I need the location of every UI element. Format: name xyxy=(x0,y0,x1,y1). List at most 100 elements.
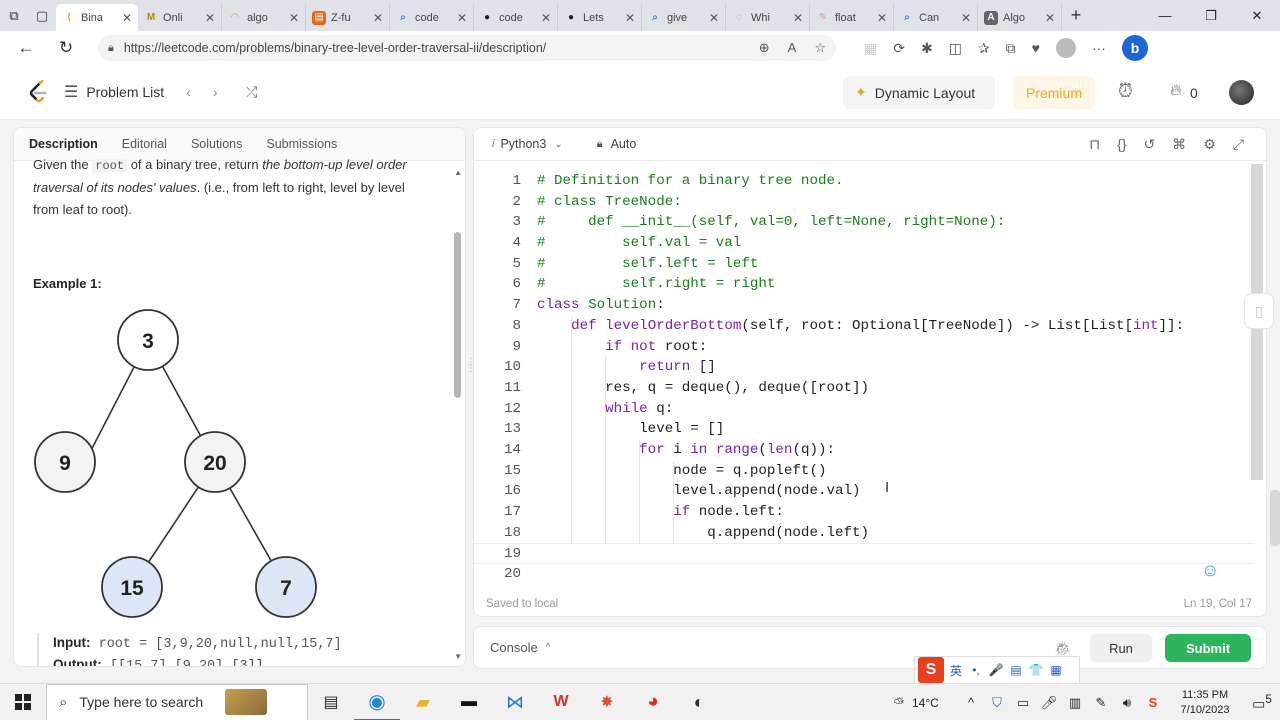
close-tab-icon[interactable]: ✕ xyxy=(961,11,971,25)
close-tab-icon[interactable]: ✕ xyxy=(289,11,299,25)
windows-start-icon[interactable] xyxy=(0,684,46,720)
back-icon[interactable]: ← xyxy=(6,31,46,65)
url-field[interactable]: 🔒︎ https://leetcode.com/problems/binary-… xyxy=(98,35,836,61)
volume-icon[interactable]: 🔊︎ xyxy=(1114,695,1140,711)
security-shield-icon[interactable]: ⛉ xyxy=(984,695,1010,711)
browser-tab-9[interactable]: ◌ Whi ✕ xyxy=(726,4,810,31)
weather-temp[interactable]: 14°C xyxy=(912,696,958,710)
sogou-tray-icon[interactable]: S xyxy=(1140,695,1166,710)
close-tab-icon[interactable]: ✕ xyxy=(1045,11,1055,25)
chevron-down-icon[interactable]: ⌄ xyxy=(554,139,562,150)
close-tab-icon[interactable]: ✕ xyxy=(205,11,215,25)
list-icon[interactable]: ☰ xyxy=(64,82,78,102)
network-icon[interactable]: ▥ xyxy=(1062,695,1088,711)
browser-tab-10[interactable]: ✎ float ✕ xyxy=(810,4,894,31)
problem-list-link[interactable]: Problem List xyxy=(86,84,164,100)
collections-icon[interactable]: ⧉ xyxy=(1006,40,1016,57)
bing-copilot-icon[interactable]: b xyxy=(1121,35,1148,61)
zoom-icon[interactable]: ⊕ xyxy=(759,40,770,56)
console-toggle[interactable]: Console xyxy=(490,640,538,655)
reset-code-icon[interactable]: ↺ xyxy=(1144,136,1156,153)
tab-actions-icon[interactable]: ▢ xyxy=(28,0,56,31)
close-window-icon[interactable]: ✕ xyxy=(1234,0,1280,31)
xmind-icon[interactable]: ✸ xyxy=(584,684,630,720)
extension-icon[interactable]: ▦ xyxy=(864,40,877,57)
system-clock[interactable]: 11:35 PM 7/10/2023 xyxy=(1166,688,1244,718)
terminal-icon[interactable]: ▬ xyxy=(446,684,492,720)
lock-icon[interactable]: 🔒︎ xyxy=(108,42,114,55)
close-tab-icon[interactable]: ✕ xyxy=(877,11,887,25)
microphone-icon[interactable]: 🎤︎ xyxy=(1036,695,1062,711)
chevron-up-icon[interactable]: ^ xyxy=(546,642,551,653)
tab-submissions[interactable]: Submissions xyxy=(266,137,337,151)
ime-microphone-icon[interactable]: 🎤 xyxy=(988,663,1004,677)
chrome-icon[interactable]: ◕ xyxy=(630,684,676,720)
browser-tab-11[interactable]: ⌕ Can ✕ xyxy=(894,4,978,31)
description-scrollbar[interactable] xyxy=(454,232,461,398)
performance-icon[interactable]: ♥ xyxy=(1032,40,1040,56)
browser-tab-5[interactable]: ⌕ code ✕ xyxy=(390,4,474,31)
language-select[interactable]: Python3 xyxy=(500,137,546,151)
run-button[interactable]: Run xyxy=(1090,634,1152,662)
shuffle-icon[interactable]: ⤮ xyxy=(246,84,258,101)
sogou-ime-icon[interactable]: S xyxy=(918,657,944,683)
favorite-star-icon[interactable]: ☆ xyxy=(814,40,826,56)
leetcode-logo-icon[interactable] xyxy=(26,80,50,104)
taskbar-search-box[interactable]: ⌕ Type here to search xyxy=(46,683,308,720)
prev-problem-icon[interactable]: ‹ xyxy=(186,84,191,100)
close-tab-icon[interactable]: ✕ xyxy=(793,11,803,25)
streak-flame-icon[interactable]: 🔥︎ xyxy=(1170,82,1182,100)
task-view-icon[interactable]: ▤ xyxy=(308,684,354,720)
browser-tab-3[interactable]: ◠ algo ✕ xyxy=(222,4,306,31)
refresh-icon[interactable]: ↻ xyxy=(46,31,86,65)
fullscreen-icon[interactable]: ⤢ xyxy=(1233,136,1244,153)
pen-icon[interactable]: ✎ xyxy=(1088,695,1114,711)
premium-button[interactable]: Premium xyxy=(1013,76,1095,109)
vscode-icon[interactable]: ⋈ xyxy=(492,684,538,720)
wps-office-icon[interactable]: W xyxy=(538,684,584,720)
submit-button[interactable]: Submit xyxy=(1165,634,1251,662)
settings-gear-icon[interactable]: ⚙︎ xyxy=(1203,136,1216,153)
tab-editorial[interactable]: Editorial xyxy=(122,137,167,151)
ime-keyboard-icon[interactable]: ▤ xyxy=(1008,663,1024,677)
read-aloud-icon[interactable]: A xyxy=(788,40,797,56)
profile-avatar[interactable] xyxy=(1055,38,1076,58)
notification-center-icon[interactable]: ▭5 xyxy=(1244,693,1280,713)
favorites-icon[interactable]: ✰ xyxy=(978,40,990,57)
file-explorer-icon[interactable]: ▰ xyxy=(400,684,446,720)
browser-tab-6[interactable]: ● code ✕ xyxy=(474,4,558,31)
browser-tab-8[interactable]: ⌕ give ✕ xyxy=(642,4,726,31)
browser-tab-4[interactable]: ▤ Z-fu ✕ xyxy=(306,4,390,31)
format-braces-icon[interactable]: {} xyxy=(1117,136,1126,153)
side-note-icon[interactable]: ▯ xyxy=(1244,293,1274,329)
close-tab-icon[interactable]: ✕ xyxy=(122,11,132,25)
close-tab-icon[interactable]: ✕ xyxy=(541,11,551,25)
extension-icon-2[interactable]: ⟳ xyxy=(893,40,905,57)
extensions-puzzle-icon[interactable]: ✱ xyxy=(921,40,933,57)
tab-solutions[interactable]: Solutions xyxy=(191,137,242,151)
ime-punctuation-icon[interactable]: •, xyxy=(968,663,984,677)
close-tab-icon[interactable]: ✕ xyxy=(373,11,383,25)
tray-chevron-up-icon[interactable]: ^ xyxy=(958,695,984,710)
close-tab-icon[interactable]: ✕ xyxy=(625,11,635,25)
browser-tab-1[interactable]: ⟨ Bina ✕ xyxy=(56,4,138,31)
more-menu-icon[interactable]: ··· xyxy=(1092,40,1106,56)
alarm-clock-icon[interactable]: ⏰︎ xyxy=(1118,81,1133,103)
browser-tab-12[interactable]: A Algo ✕ xyxy=(978,4,1062,31)
page-scrollbar[interactable] xyxy=(1270,490,1280,546)
new-tab-icon[interactable]: + xyxy=(1062,5,1090,26)
autocomplete-mode[interactable]: Auto xyxy=(611,137,637,151)
ime-tools-icon[interactable]: ▦ xyxy=(1048,663,1064,677)
debug-bug-icon[interactable]: 🐞︎ xyxy=(1054,640,1072,657)
restore-icon[interactable]: ❐ xyxy=(1188,0,1234,31)
ime-skin-icon[interactable]: 👕 xyxy=(1028,663,1044,677)
scroll-up-arrow-icon[interactable]: ▲ xyxy=(454,168,462,177)
shortcuts-icon[interactable]: ⌘ xyxy=(1172,136,1186,153)
close-tab-icon[interactable]: ✕ xyxy=(709,11,719,25)
chat-assistant-icon[interactable]: ☺ xyxy=(1201,560,1223,582)
code-area[interactable]: 1 # Definition for a binary tree node. 2 #… xyxy=(474,171,1254,585)
minimize-icon[interactable]: — xyxy=(1142,0,1188,31)
battery-icon[interactable]: ▭ xyxy=(1010,695,1036,711)
panel-resize-handle[interactable]: ⋮ ⋮ xyxy=(466,358,476,378)
browser-tab-7[interactable]: ● Lets ✕ xyxy=(558,4,642,31)
